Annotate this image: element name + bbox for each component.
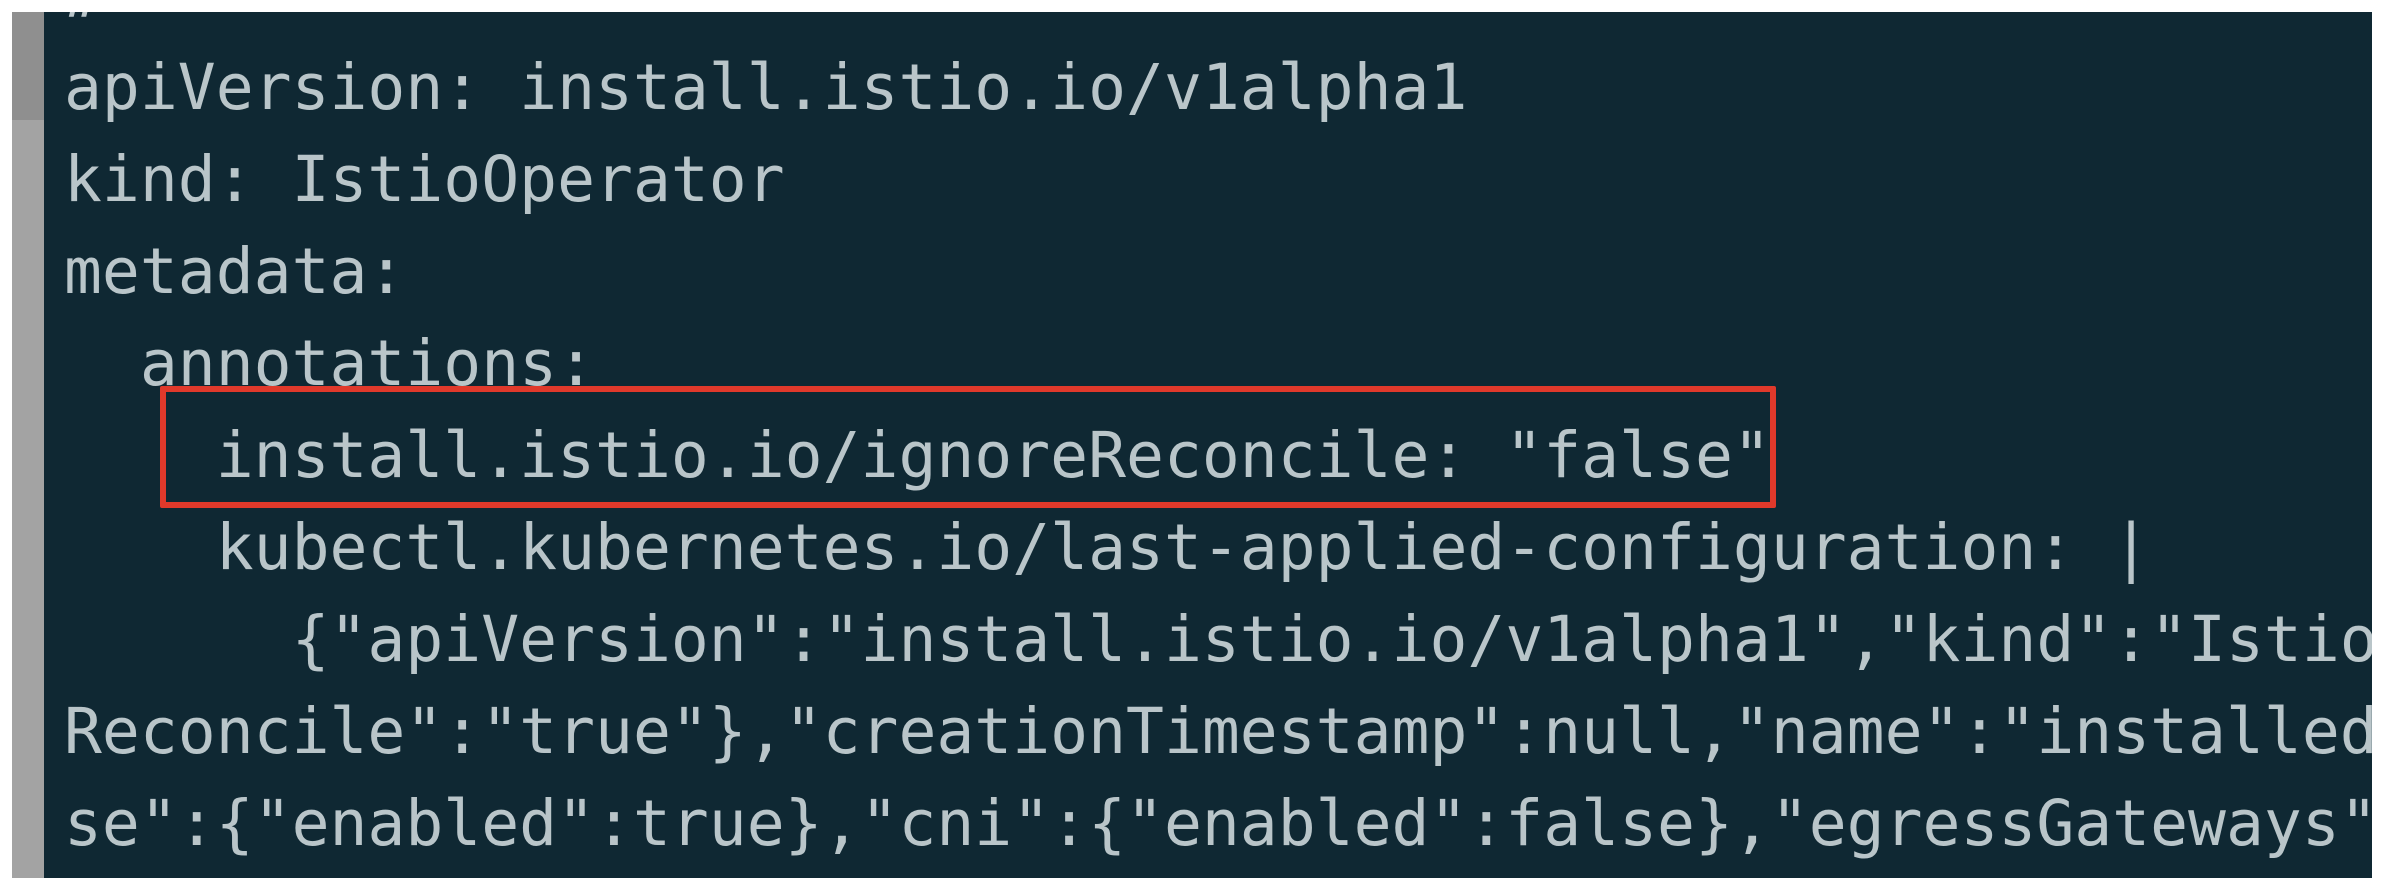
line-text: kind: IstioOperator [64,143,785,216]
editor-gutter [12,12,44,878]
code-line-json-continuation: Reconcile":"true"},"creationTimestamp":n… [64,686,2372,778]
gutter-marker [12,12,44,120]
line-text: # [64,12,102,32]
line-text: se":{"enabled":true},"cni":{"enabled":fa… [64,787,2372,860]
line-text: {"apiVersion":"install.istio.io/v1alpha1… [291,603,2372,676]
code-line-kind: kind: IstioOperator [64,134,785,226]
code-line-last-applied-configuration: kubectl.kubernetes.io/last-applied-confi… [64,502,2150,594]
line-text: metadata: [64,235,406,308]
highlight-annotation-box [160,386,1776,508]
code-line-comment: # [64,12,102,42]
line-text: kubectl.kubernetes.io/last-applied-confi… [215,511,2151,584]
code-line-apiversion: apiVersion: install.istio.io/v1alpha1 [64,42,1467,134]
code-line-json-start: {"apiVersion":"install.istio.io/v1alpha1… [64,594,2372,686]
line-text: apiVersion: install.istio.io/v1alpha1 [64,51,1468,124]
bottom-margin [0,878,2384,896]
code-line-json-continuation: se":{"enabled":true},"cni":{"enabled":fa… [64,778,2372,870]
line-text: Reconcile":"true"},"creationTimestamp":n… [64,695,2372,768]
code-line-metadata: metadata: [64,226,405,318]
screenshot-frame: # apiVersion: install.istio.io/v1alpha1 … [0,0,2384,896]
